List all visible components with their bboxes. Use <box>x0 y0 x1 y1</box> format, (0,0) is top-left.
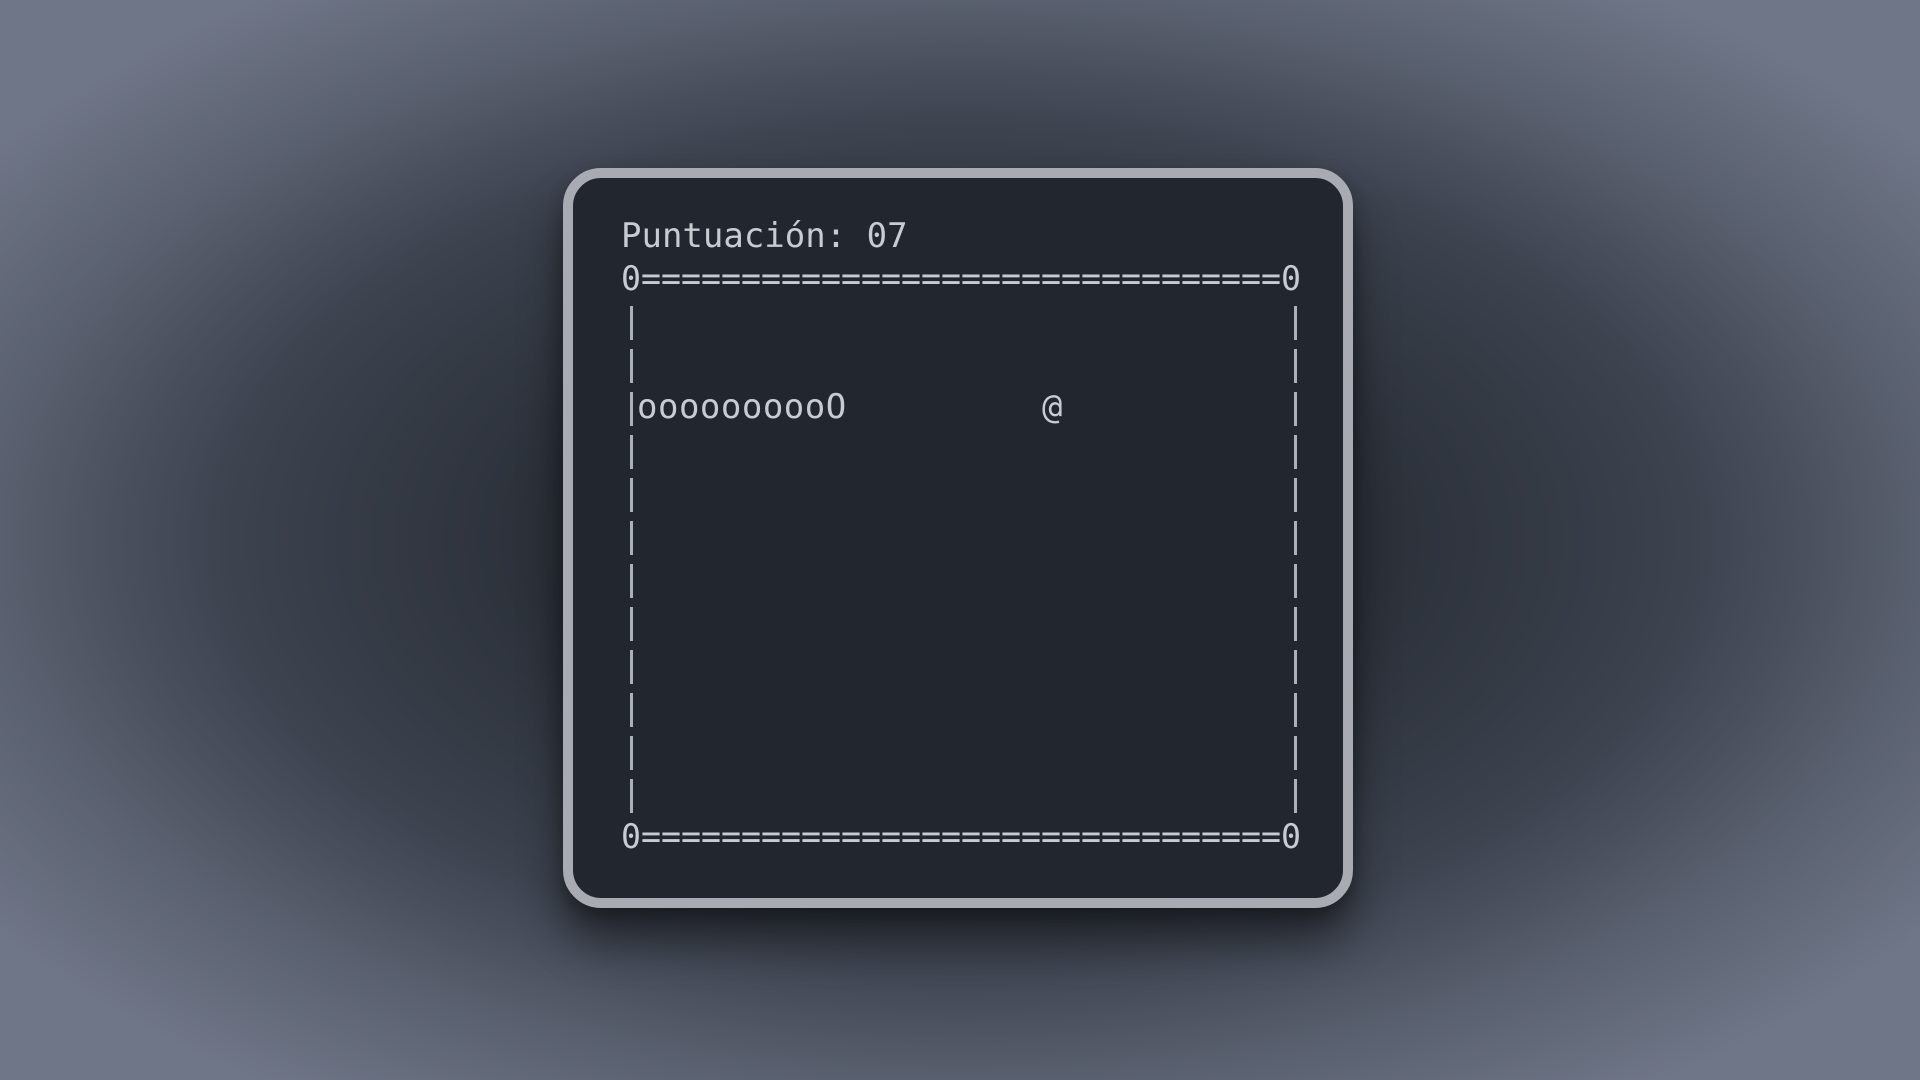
border-top: 0================================0 <box>621 259 1301 299</box>
snake: oooooooooO <box>637 387 847 427</box>
game-screen: Puntuación: 07 0========================… <box>573 178 1343 898</box>
border-bottom: 0================================0 <box>621 817 1301 857</box>
score-label: Puntuación: 07 <box>621 216 908 256</box>
food-item: @ <box>1042 387 1063 427</box>
wall-left <box>630 306 633 813</box>
terminal-window: Puntuación: 07 0========================… <box>563 168 1353 908</box>
wall-right <box>1294 306 1297 813</box>
